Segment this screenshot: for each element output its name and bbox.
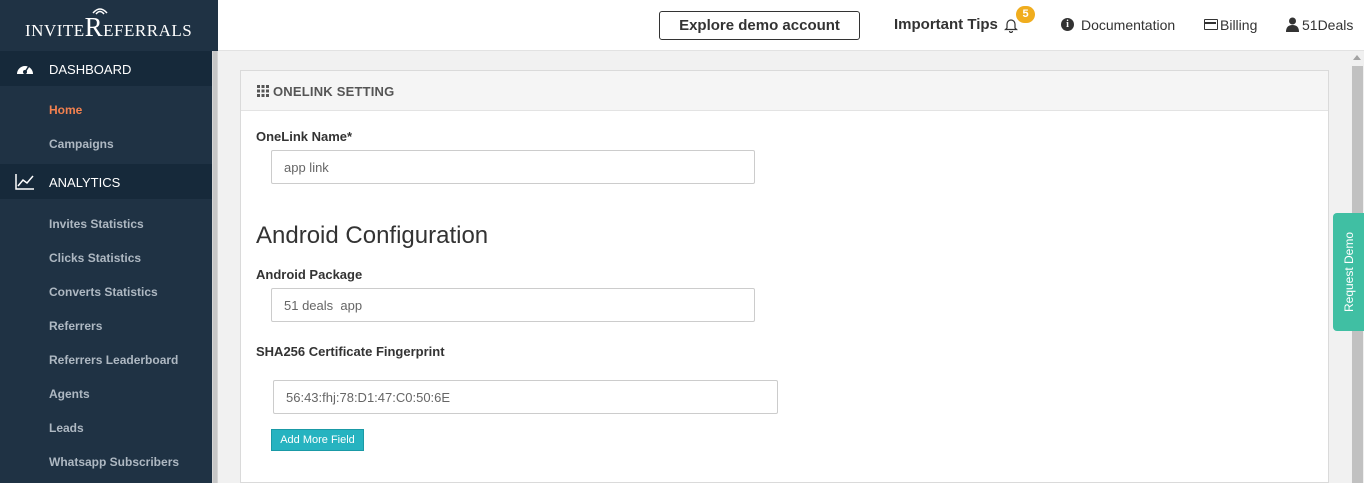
sha256-fingerprint-label: SHA256 Certificate Fingerprint	[256, 344, 445, 359]
sidebar-section-label: DASHBOARD	[49, 62, 132, 77]
sidebar-item-leads[interactable]: Leads	[49, 421, 84, 435]
credit-card-icon	[1204, 19, 1218, 30]
sidebar-scrollbar-thumb[interactable]	[213, 51, 217, 483]
user-menu[interactable]: 51Deals	[1302, 17, 1353, 33]
android-configuration-heading: Android Configuration	[256, 222, 489, 249]
info-icon: i	[1061, 18, 1074, 31]
sidebar-section-label: ANALYTICS	[49, 175, 121, 190]
tips-count-badge: 5	[1016, 6, 1035, 23]
android-package-label: Android Package	[256, 267, 363, 282]
request-demo-tab[interactable]: Request Demo	[1333, 213, 1364, 331]
sidebar-item-referrers[interactable]: Referrers	[49, 319, 102, 333]
logo-text: INVITEREFERRALS	[25, 12, 193, 42]
documentation-link[interactable]: Documentation	[1081, 17, 1175, 33]
onelink-name-input[interactable]	[271, 150, 755, 184]
panel-header: ONELINK SETTING	[241, 71, 1328, 111]
explore-demo-button[interactable]: Explore demo account	[659, 11, 860, 40]
line-chart-icon	[15, 174, 34, 190]
important-tips-link[interactable]: Important Tips	[894, 16, 998, 33]
sidebar-item-campaigns[interactable]: Campaigns	[49, 137, 114, 151]
bell-icon[interactable]	[1004, 17, 1018, 33]
sidebar-item-clicks-statistics[interactable]: Clicks Statistics	[49, 251, 141, 265]
sidebar-item-home[interactable]: Home	[49, 103, 82, 117]
onelink-name-label: OneLink Name*	[256, 129, 353, 144]
android-package-input[interactable]	[271, 288, 755, 322]
request-demo-label: Request Demo	[1341, 231, 1356, 313]
panel-title: ONELINK SETTING	[273, 84, 395, 99]
sidebar-item-referrers-leaderboard[interactable]: Referrers Leaderboard	[49, 353, 178, 367]
scroll-up-arrow-icon[interactable]	[1353, 55, 1361, 60]
sidebar-item-whatsapp-subscribers[interactable]: Whatsapp Subscribers	[49, 455, 179, 469]
onelink-setting-panel: ONELINK SETTING	[240, 70, 1329, 483]
grid-icon	[257, 85, 269, 97]
sha256-fingerprint-input[interactable]	[273, 380, 778, 414]
billing-link[interactable]: Billing	[1220, 17, 1257, 33]
sidebar-item-invites-statistics[interactable]: Invites Statistics	[49, 217, 144, 231]
add-more-field-button[interactable]: Add More Field	[271, 429, 364, 451]
user-icon	[1286, 17, 1299, 32]
sidebar-section-analytics[interactable]: ANALYTICS	[0, 164, 212, 199]
logo[interactable]: INVITEREFERRALS	[0, 0, 218, 51]
sidebar-item-agents[interactable]: Agents	[49, 387, 90, 401]
sidebar-section-dashboard[interactable]: DASHBOARD	[0, 51, 212, 86]
dashboard-icon	[17, 65, 33, 74]
sidebar-item-converts-statistics[interactable]: Converts Statistics	[49, 285, 158, 299]
